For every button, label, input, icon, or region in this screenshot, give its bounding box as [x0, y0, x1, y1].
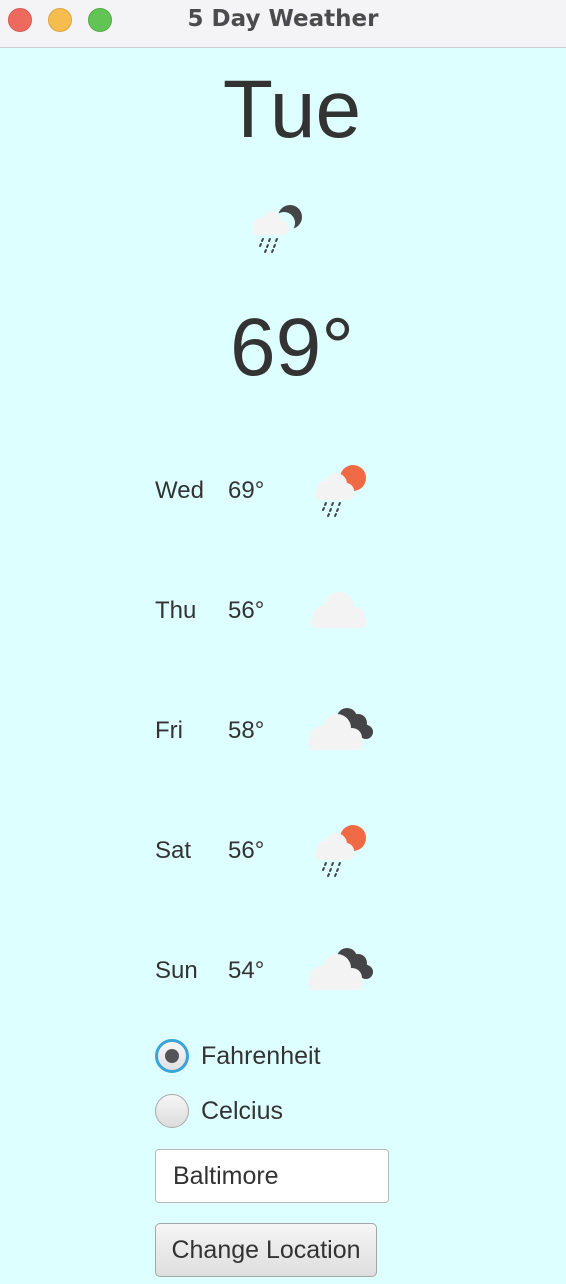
title-bar: 5 Day Weather — [0, 0, 566, 48]
night-cloud-icon — [308, 948, 373, 990]
celcius-label[interactable]: Celcius — [201, 1096, 283, 1126]
fahrenheit-radio[interactable]: Fahrenheit — [155, 1038, 415, 1074]
cloud-icon — [311, 592, 367, 628]
night-rain-icon — [253, 205, 302, 253]
window-title: 5 Day Weather — [187, 6, 379, 32]
forecast-day: Thu — [155, 597, 197, 624]
app-window: 5 Day Weather Tue 69° Wed 69° Thu 56° Fr… — [0, 0, 566, 1284]
forecast-temp: 56° — [228, 597, 265, 624]
radio-button[interactable] — [155, 1039, 189, 1073]
forecast-row-thu: Thu 56° — [155, 580, 395, 640]
forecast-day: Sun — [155, 957, 198, 984]
forecast-temp: 58° — [228, 717, 265, 744]
today-day-label: Tue — [222, 64, 362, 155]
forecast-row-fri: Fri 58° — [155, 700, 395, 760]
forecast-day: Fri — [155, 717, 183, 744]
forecast-day: Sat — [155, 837, 192, 864]
forecast-day: Wed — [155, 477, 204, 504]
sun-rain-icon — [315, 825, 366, 877]
radio-button[interactable] — [155, 1094, 189, 1128]
forecast-row-sun: Sun 54° — [155, 940, 395, 1000]
change-location-button[interactable]: Change Location — [155, 1223, 377, 1277]
forecast-row-wed: Wed 69° — [155, 460, 395, 520]
forecast-temp: 54° — [228, 957, 265, 984]
sun-rain-icon — [315, 465, 366, 517]
celcius-radio[interactable]: Celcius — [155, 1093, 415, 1129]
radio-selected-dot — [165, 1049, 179, 1063]
forecast-temp: 56° — [228, 837, 265, 864]
night-cloud-icon — [308, 708, 373, 750]
today-temperature: 69° — [229, 302, 354, 393]
fahrenheit-label[interactable]: Fahrenheit — [201, 1041, 321, 1071]
location-input[interactable] — [155, 1149, 389, 1203]
forecast-row-sat: Sat 56° — [155, 820, 395, 880]
forecast-temp: 69° — [228, 477, 265, 504]
